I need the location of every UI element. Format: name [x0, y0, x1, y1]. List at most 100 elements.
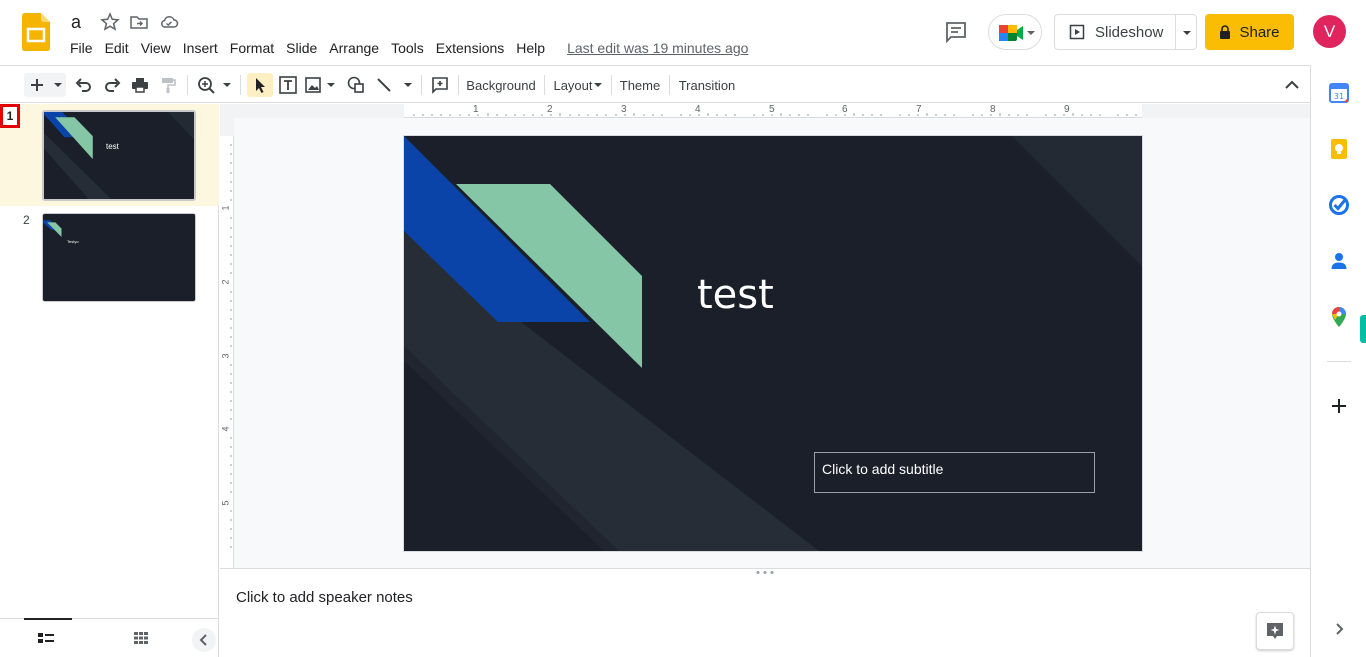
vertical-ruler: 1 2 3 4 5 — [220, 118, 234, 568]
get-addons-plus-icon[interactable] — [1328, 395, 1350, 417]
filmstrip-slide-1[interactable]: 1 test — [0, 104, 219, 206]
calendar-icon[interactable]: 31 — [1328, 82, 1350, 104]
chevron-down-icon — [1183, 31, 1191, 35]
lock-icon — [1220, 25, 1231, 39]
undo-icon[interactable] — [72, 73, 96, 97]
menu-extensions[interactable]: Extensions — [430, 38, 510, 58]
menu-bar: File Edit View Insert Format Slide Arran… — [64, 38, 752, 58]
menu-view[interactable]: View — [135, 38, 177, 58]
slide-canvas[interactable]: 1 2 3 4 5 6 7 8 9 1 2 3 4 5 test Click t… — [220, 104, 1310, 568]
ruler-label: 1 — [473, 104, 479, 115]
ruler-label: 3 — [621, 104, 627, 115]
filmstrip-view-bar — [0, 618, 218, 657]
tasks-icon[interactable] — [1328, 194, 1350, 216]
side-panel: 31 — [1310, 65, 1366, 657]
maps-icon[interactable] — [1328, 306, 1350, 328]
slide-number: 2 — [23, 213, 30, 227]
present-icon — [1069, 24, 1085, 40]
collapse-menus-icon[interactable] — [1280, 73, 1304, 97]
thumbnail-title: test — [106, 142, 119, 151]
keep-icon[interactable] — [1328, 138, 1350, 160]
menu-slide[interactable]: Slide — [280, 38, 323, 58]
menu-help[interactable]: Help — [510, 38, 551, 58]
shape-icon[interactable] — [344, 73, 368, 97]
menu-tools[interactable]: Tools — [385, 38, 430, 58]
slide-thumbnail-2[interactable]: Testyo — [42, 213, 196, 302]
collapse-filmstrip-icon[interactable] — [192, 628, 216, 652]
side-panel-divider — [1327, 361, 1351, 362]
slideshow-dropdown-button[interactable] — [1175, 14, 1197, 50]
toolbar-divider — [240, 75, 241, 95]
speaker-notes-input[interactable]: Click to add speaker notes — [236, 589, 413, 606]
layout-label: Layout — [553, 77, 593, 93]
ruler-label: 2 — [220, 279, 231, 285]
zoom-button[interactable] — [194, 73, 236, 97]
layout-button[interactable]: Layout — [551, 73, 605, 97]
ruler-label: 5 — [769, 104, 775, 115]
toolbar-divider — [611, 75, 612, 95]
last-edit-link[interactable]: Last edit was 19 minutes ago — [563, 38, 752, 58]
cloud-saved-icon[interactable] — [159, 12, 179, 32]
line-icon — [377, 78, 391, 92]
slideshow-button[interactable]: Slideshow — [1054, 14, 1176, 50]
expand-side-panel-icon[interactable] — [1328, 618, 1350, 640]
redo-icon[interactable] — [100, 73, 124, 97]
new-slide-button[interactable] — [24, 73, 66, 97]
image-icon — [305, 77, 321, 93]
grid-view-icon[interactable] — [133, 631, 149, 645]
active-view-indicator — [24, 618, 72, 620]
notes-resize-handle[interactable] — [753, 570, 777, 575]
ruler-label: 9 — [1064, 104, 1070, 115]
thumbnail-title: Testyo — [67, 239, 79, 244]
share-label: Share — [1239, 23, 1280, 41]
filmstrip-view-icon[interactable] — [37, 631, 55, 645]
app-header: a File Edit View Insert Format Slide Arr… — [0, 0, 1366, 65]
insert-image-button[interactable] — [304, 73, 338, 97]
panel-indicator — [1360, 315, 1366, 343]
contacts-icon[interactable] — [1328, 250, 1350, 272]
explore-button[interactable] — [1256, 612, 1294, 650]
ruler-label: 2 — [547, 104, 553, 115]
menu-insert[interactable]: Insert — [177, 38, 224, 58]
document-title[interactable]: a — [71, 12, 81, 33]
subtitle-placeholder[interactable]: Click to add subtitle — [814, 452, 1095, 493]
menu-format[interactable]: Format — [224, 38, 280, 58]
current-slide[interactable]: test Click to add subtitle — [404, 136, 1142, 551]
slides-logo-icon[interactable] — [22, 13, 50, 51]
filmstrip-panel: 1 test 2 Testyo — [0, 104, 219, 657]
ruler-label: 4 — [695, 104, 701, 115]
move-folder-icon[interactable] — [129, 12, 149, 32]
ruler-label: 6 — [842, 104, 848, 115]
ruler-label: 7 — [916, 104, 922, 115]
plus-icon — [31, 79, 43, 91]
ruler-label: 3 — [220, 353, 231, 359]
print-icon[interactable] — [128, 73, 152, 97]
line-tool-button[interactable] — [374, 73, 416, 97]
ruler-label: 1 — [220, 205, 231, 211]
transition-button[interactable]: Transition — [676, 73, 738, 97]
menu-file[interactable]: File — [64, 38, 99, 58]
meet-button[interactable] — [988, 14, 1042, 50]
share-button[interactable]: Share — [1205, 14, 1294, 50]
star-icon[interactable] — [100, 12, 120, 32]
text-box-icon[interactable] — [277, 73, 299, 97]
slide-title[interactable]: test — [697, 272, 774, 318]
horizontal-ruler: 1 2 3 4 5 6 7 8 9 — [220, 104, 1310, 118]
slideshow-label: Slideshow — [1095, 23, 1164, 41]
comments-icon[interactable] — [944, 20, 968, 44]
paint-format-icon[interactable] — [156, 73, 180, 97]
chevron-down-icon — [593, 83, 602, 87]
ruler-label: 5 — [220, 500, 231, 506]
account-avatar[interactable]: V — [1313, 15, 1346, 48]
svg-text:31: 31 — [1334, 92, 1344, 101]
toolbar-divider — [187, 75, 188, 95]
add-comment-icon[interactable] — [428, 73, 452, 97]
menu-arrange[interactable]: Arrange — [323, 38, 385, 58]
toolbar-divider — [421, 75, 422, 95]
menu-edit[interactable]: Edit — [99, 38, 135, 58]
select-cursor-icon[interactable] — [247, 73, 273, 97]
theme-button[interactable]: Theme — [617, 73, 663, 97]
slide-thumbnail-1[interactable]: test — [42, 110, 196, 201]
ruler-label: 8 — [990, 104, 996, 115]
background-button[interactable]: Background — [464, 73, 538, 97]
